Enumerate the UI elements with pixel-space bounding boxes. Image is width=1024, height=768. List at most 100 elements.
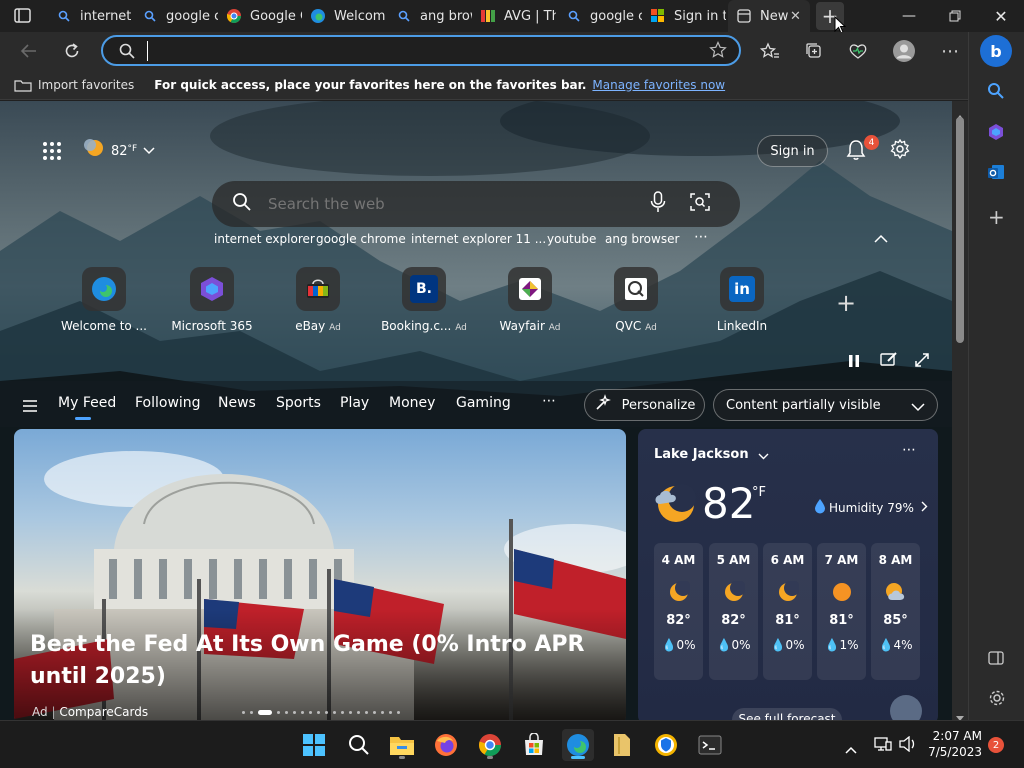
see-full-forecast-button[interactable]: See full forecast [732,708,842,720]
feed-tab-play[interactable]: Play [340,395,369,411]
quick-link-microsoft-365[interactable]: Microsoft 365 [157,267,267,333]
quick-link-linkedin[interactable]: in LinkedIn [687,267,797,333]
address-bar[interactable] [101,35,741,66]
microphone-icon[interactable] [650,191,666,217]
image-info-icon[interactable] [880,351,898,371]
notepad-files-icon[interactable] [606,729,638,761]
tab-9-active[interactable]: New ✕ [728,0,810,32]
weather-location[interactable]: Lake Jackson [654,447,749,462]
microsoft-store-icon[interactable] [518,729,550,761]
search-suggestion[interactable]: ang browser [605,232,679,246]
scrollbar-thumb[interactable] [956,117,964,343]
network-icon[interactable] [874,736,892,756]
browser-essentials-icon[interactable] [846,39,870,63]
hourly-forecast-8am[interactable]: 8 AM 85° 💧4% [871,543,920,680]
news-card-source[interactable]: CompareCards [59,705,148,719]
weather-chip[interactable]: 82 °F [84,137,155,165]
news-card-title[interactable]: Beat the Fed At Its Own Game (0% Intro A… [30,629,610,693]
sidebar-panel-icon[interactable] [988,650,1004,670]
taskbar-search-button[interactable] [343,729,375,761]
tab-6[interactable]: AVG | Th [472,0,556,32]
feed-tab-money[interactable]: Money [389,395,435,411]
feed-tab-gaming[interactable]: Gaming [456,395,511,411]
hourly-forecast-5am[interactable]: 5 AM 82° 💧0% [709,543,758,680]
tab-8[interactable]: Sign in to [642,0,726,32]
manage-favorites-link[interactable]: Manage favorites now [592,78,725,92]
tab-5[interactable]: ang brow [388,0,472,32]
system-clock[interactable]: 2:07 AM 7/5/2023 [928,728,982,760]
sign-in-button[interactable]: Sign in [757,135,828,167]
address-input[interactable] [147,41,687,61]
start-button[interactable] [298,729,330,761]
hourly-forecast-7am[interactable]: 7 AM 81° 💧1% [817,543,866,680]
chrome-icon[interactable] [474,729,506,761]
file-explorer-icon[interactable] [386,729,418,761]
more-suggestions-icon[interactable]: ⋯ [694,229,708,245]
add-quick-link-icon[interactable]: + [836,289,856,317]
tab-7[interactable]: google c [558,0,642,32]
chevron-down-icon[interactable] [758,445,769,464]
edge-icon[interactable] [562,729,594,761]
weather-more-options-icon[interactable]: ⋯ [902,442,916,458]
web-search-input[interactable] [268,195,638,213]
outlook-icon[interactable] [987,163,1005,185]
quick-link-ebay[interactable]: eBay Ad [263,267,373,333]
expand-background-icon[interactable] [914,352,930,372]
collapse-chevron-up-icon[interactable] [874,229,888,248]
news-card[interactable]: Beat the Fed At Its Own Game (0% Intro A… [14,429,626,720]
feed-tab-sports[interactable]: Sports [276,395,321,411]
search-suggestion[interactable]: youtube [547,232,596,246]
search-suggestion[interactable]: internet explorer 11 ... [411,232,546,246]
carousel-dots[interactable] [242,710,400,715]
quick-link-wayfair[interactable]: Wayfair Ad [475,267,585,333]
pause-background-icon[interactable] [848,353,860,372]
hourly-forecast-6am[interactable]: 6 AM 81° 💧0% [763,543,812,680]
add-sidebar-app-icon[interactable]: + [988,205,1005,229]
profile-avatar[interactable] [892,39,916,63]
notification-center-badge[interactable]: 2 [988,737,1004,753]
copilot-icon[interactable] [987,123,1005,145]
content-visibility-dropdown[interactable]: Content partially visible [713,389,938,421]
feed-tab-news[interactable]: News [218,395,256,411]
bing-copilot-button[interactable]: b [980,35,1012,67]
apps-launcher-icon[interactable] [42,141,62,165]
browser-shield-icon[interactable] [650,729,682,761]
tab-2[interactable]: google c [134,0,218,32]
more-feed-tabs-icon[interactable]: ⋯ [542,393,556,409]
quick-link-welcome[interactable]: Welcome to ... [49,267,159,333]
web-search-box[interactable] [212,181,740,227]
firefox-icon[interactable] [430,729,462,761]
visual-search-icon[interactable] [690,192,710,216]
favorites-icon[interactable] [758,39,782,63]
feed-tab-following[interactable]: Following [135,395,201,411]
tab-actions-icon[interactable] [14,8,32,24]
star-favorite-icon[interactable] [709,41,727,63]
sidebar-settings-icon[interactable] [988,689,1006,711]
quick-link-booking[interactable]: B. Booking.c... Ad [369,267,479,333]
close-window-button[interactable]: ✕ [978,0,1024,32]
search-suggestion[interactable]: internet explorer [214,232,315,246]
feed-tab-my-feed[interactable]: My Feed [58,395,116,411]
hamburger-menu-icon[interactable] [22,397,38,416]
hourly-forecast-4am[interactable]: 4 AM 82° 💧0% [654,543,703,680]
weather-widget[interactable]: Lake Jackson ⋯ 82 °F Humidity 79% 4 AM 8… [638,429,938,720]
tab-4[interactable]: Welcome [302,0,386,32]
more-menu-icon[interactable]: ⋯ [938,39,962,63]
close-tab-icon[interactable]: ✕ [790,9,801,24]
personalize-button[interactable]: Personalize [584,389,705,421]
notifications-bell-icon[interactable] [846,139,866,165]
tab-3[interactable]: Google C [218,0,302,32]
back-icon[interactable] [16,39,40,63]
import-favorites-button[interactable]: Import favorites [38,78,134,92]
terminal-icon[interactable] [694,729,726,761]
page-scrollbar[interactable] [952,101,968,721]
refresh-icon[interactable] [60,39,84,63]
quick-link-qvc[interactable]: QVC Ad [581,267,691,333]
humidity-area[interactable]: Humidity 79% [814,498,928,517]
weather-map-thumbnail[interactable] [890,695,922,720]
page-settings-gear-icon[interactable] [890,138,910,163]
show-hidden-icons-chevron[interactable] [845,739,857,758]
tab-1[interactable]: internet [48,0,132,32]
volume-icon[interactable] [899,735,917,756]
collections-icon[interactable] [802,39,826,63]
